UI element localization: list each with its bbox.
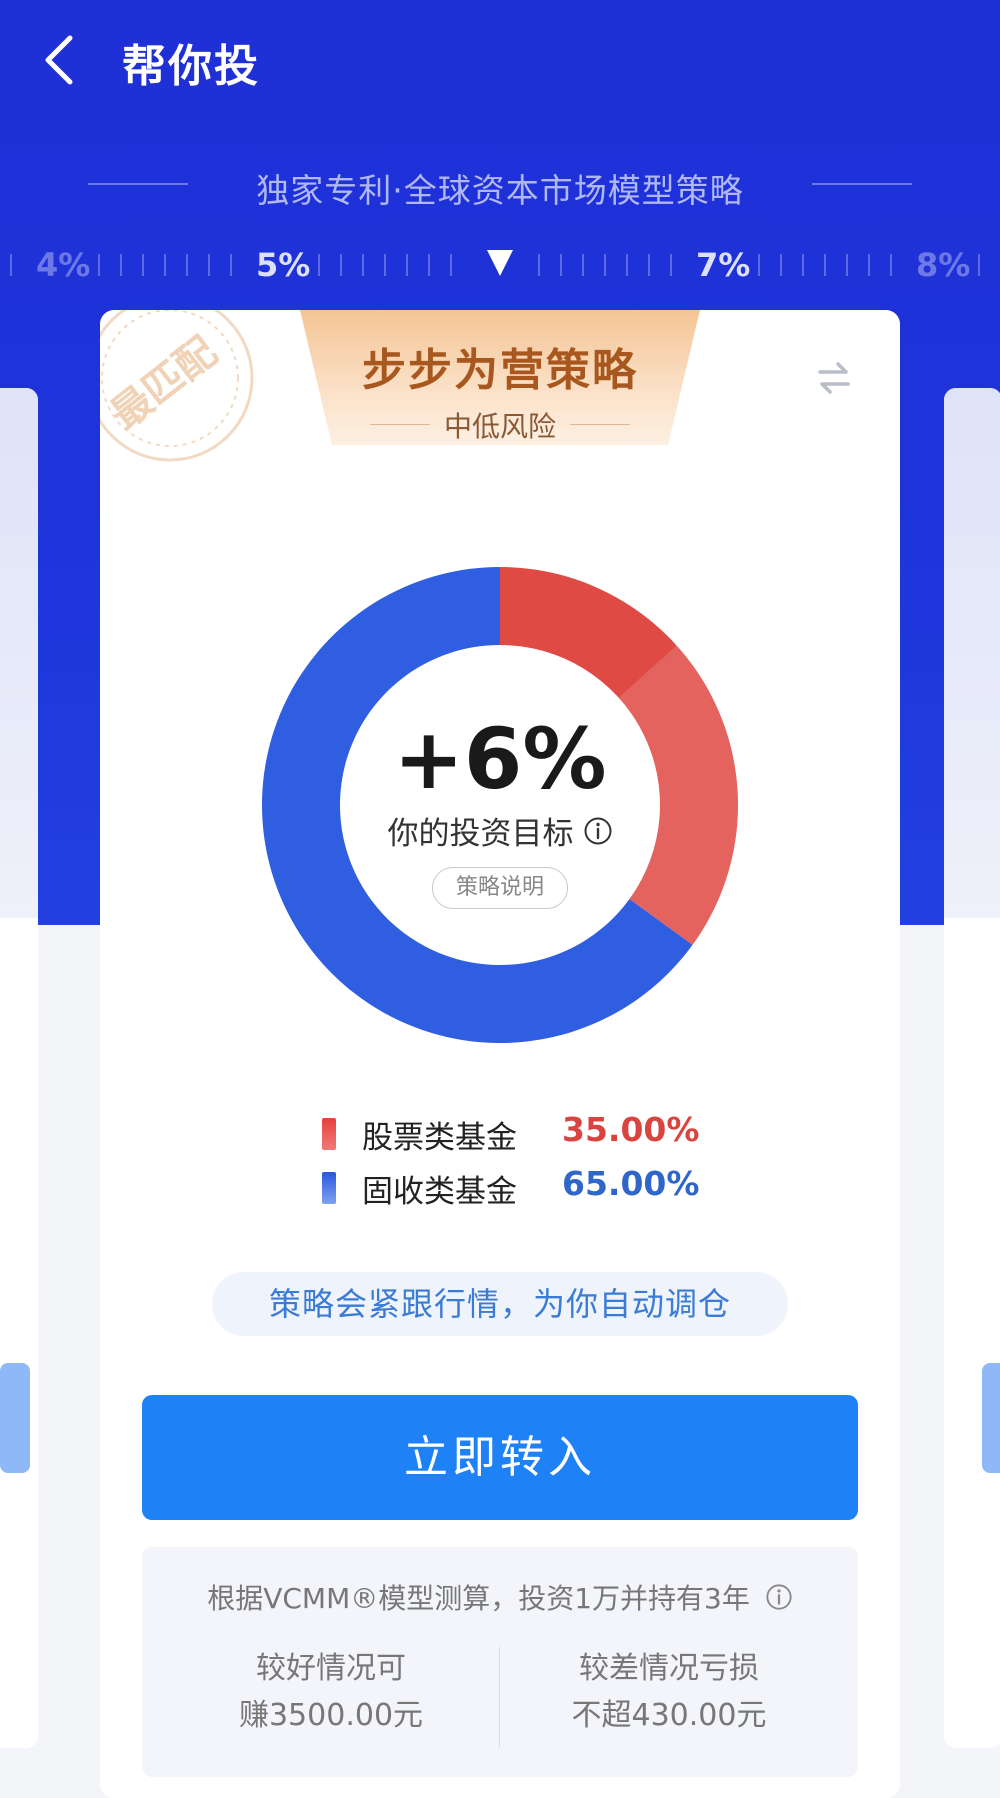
estimate-title: 根据VCMM®模型测算，投资1万并持有3年 xyxy=(207,1582,750,1615)
legend-swatch-bond xyxy=(322,1172,336,1204)
chevron-left-icon xyxy=(45,35,73,85)
bad-case-label: 较差情况亏损 xyxy=(579,1651,759,1686)
scale-tick xyxy=(186,254,188,276)
estimate-panel: 根据VCMM®模型测算，投资1万并持有3年 较好情况可 赚3500.00元 较差… xyxy=(142,1547,858,1777)
legend-percent: 35.00% xyxy=(562,1110,700,1149)
scale-tick xyxy=(340,254,342,276)
scale-tick xyxy=(978,254,980,276)
switch-strategy-button[interactable] xyxy=(812,356,856,400)
page-title: 帮你投 xyxy=(122,41,260,92)
scale-tick xyxy=(208,254,210,276)
scale-tick xyxy=(428,254,430,276)
legend-row-bond: 固收类基金 65.00% xyxy=(100,1164,900,1214)
transfer-in-button[interactable]: 立即转入 xyxy=(142,1395,858,1520)
scale-tick xyxy=(120,254,122,276)
target-return-value: +6% xyxy=(393,710,607,808)
best-match-stamp: 最匹配 xyxy=(100,310,254,462)
scale-tick xyxy=(626,254,628,276)
scale-tick xyxy=(538,254,540,276)
prev-strategy-card[interactable] xyxy=(0,388,38,1748)
scale-tick xyxy=(582,254,584,276)
estimate-good-case: 较好情况可 赚3500.00元 xyxy=(166,1647,496,1741)
estimate-divider xyxy=(499,1647,500,1747)
scale-tick xyxy=(802,254,804,276)
scale-tick xyxy=(824,254,826,276)
legend-swatch-stock xyxy=(322,1118,336,1150)
card-header-tint xyxy=(944,388,1000,918)
app-header: 帮你投 xyxy=(0,0,1000,120)
scale-label: 7% xyxy=(696,246,751,284)
estimate-title-row: 根据VCMM®模型测算，投资1万并持有3年 xyxy=(142,1577,858,1617)
scale-tick xyxy=(362,254,364,276)
subtitle-divider-right xyxy=(812,183,912,185)
card-header-tint xyxy=(0,388,38,918)
target-label: 你的投资目标 xyxy=(387,816,574,852)
bad-case-value: 不超430.00元 xyxy=(571,1698,767,1733)
legend-label: 股票类基金 xyxy=(362,1120,517,1156)
risk-row: 中低风险 xyxy=(300,405,700,445)
strategy-card: 最匹配 步步为营策略 中低风险 +6% 你的投资目标 策略说明 股票类基金 35… xyxy=(100,310,900,1798)
scale-tick xyxy=(406,254,408,276)
scale-tick xyxy=(10,254,12,276)
legend-row-stock: 股票类基金 35.00% xyxy=(100,1110,900,1160)
next-strategy-card[interactable] xyxy=(944,388,1000,1748)
good-case-label: 较好情况可 xyxy=(256,1651,406,1686)
scale-tick xyxy=(648,254,650,276)
estimate-bad-case: 较差情况亏损 不超430.00元 xyxy=(504,1647,834,1741)
scale-tick xyxy=(450,254,452,276)
scale-tick xyxy=(164,254,166,276)
info-icon[interactable] xyxy=(583,816,613,846)
scale-tick xyxy=(780,254,782,276)
target-label-row: 你的投资目标 xyxy=(250,808,750,853)
strategy-explain-button[interactable]: 策略说明 xyxy=(432,867,568,909)
scale-tick xyxy=(98,254,100,276)
scale-label: 5% xyxy=(256,246,311,284)
scale-label: 8% xyxy=(916,246,971,284)
scale-tick xyxy=(142,254,144,276)
risk-level: 中低风险 xyxy=(443,410,556,443)
scale-tick xyxy=(604,254,606,276)
legend-percent: 65.00% xyxy=(562,1164,700,1203)
subtitle-row: 独家专利·全球资本市场模型策略 xyxy=(0,160,1000,210)
scale-tick xyxy=(318,254,320,276)
rate-scale-slider[interactable]: 4% 5% 7% 8% xyxy=(0,240,1000,290)
next-card-button xyxy=(982,1363,1000,1473)
good-case-value: 赚3500.00元 xyxy=(238,1698,424,1733)
scale-tick xyxy=(670,254,672,276)
prev-card-button xyxy=(0,1363,30,1473)
rebalance-note: 策略会紧跟行情，为你自动调仓 xyxy=(212,1272,788,1336)
svg-text:最匹配: 最匹配 xyxy=(103,329,226,439)
risk-divider-right xyxy=(570,424,630,425)
scale-tick xyxy=(230,254,232,276)
scale-tick xyxy=(890,254,892,276)
subtitle: 独家专利·全球资本市场模型策略 xyxy=(256,171,744,210)
scale-tick xyxy=(758,254,760,276)
legend-label: 固收类基金 xyxy=(362,1174,517,1210)
scale-tick xyxy=(868,254,870,276)
scale-label: 4% xyxy=(36,246,91,284)
scale-tick xyxy=(846,254,848,276)
scale-tick xyxy=(384,254,386,276)
back-button[interactable] xyxy=(38,30,88,90)
scale-pointer-icon[interactable] xyxy=(487,250,513,276)
info-icon[interactable] xyxy=(765,1583,793,1611)
swap-icon xyxy=(818,362,850,394)
strategy-name: 步步为营策略 xyxy=(362,345,638,396)
scale-tick xyxy=(560,254,562,276)
